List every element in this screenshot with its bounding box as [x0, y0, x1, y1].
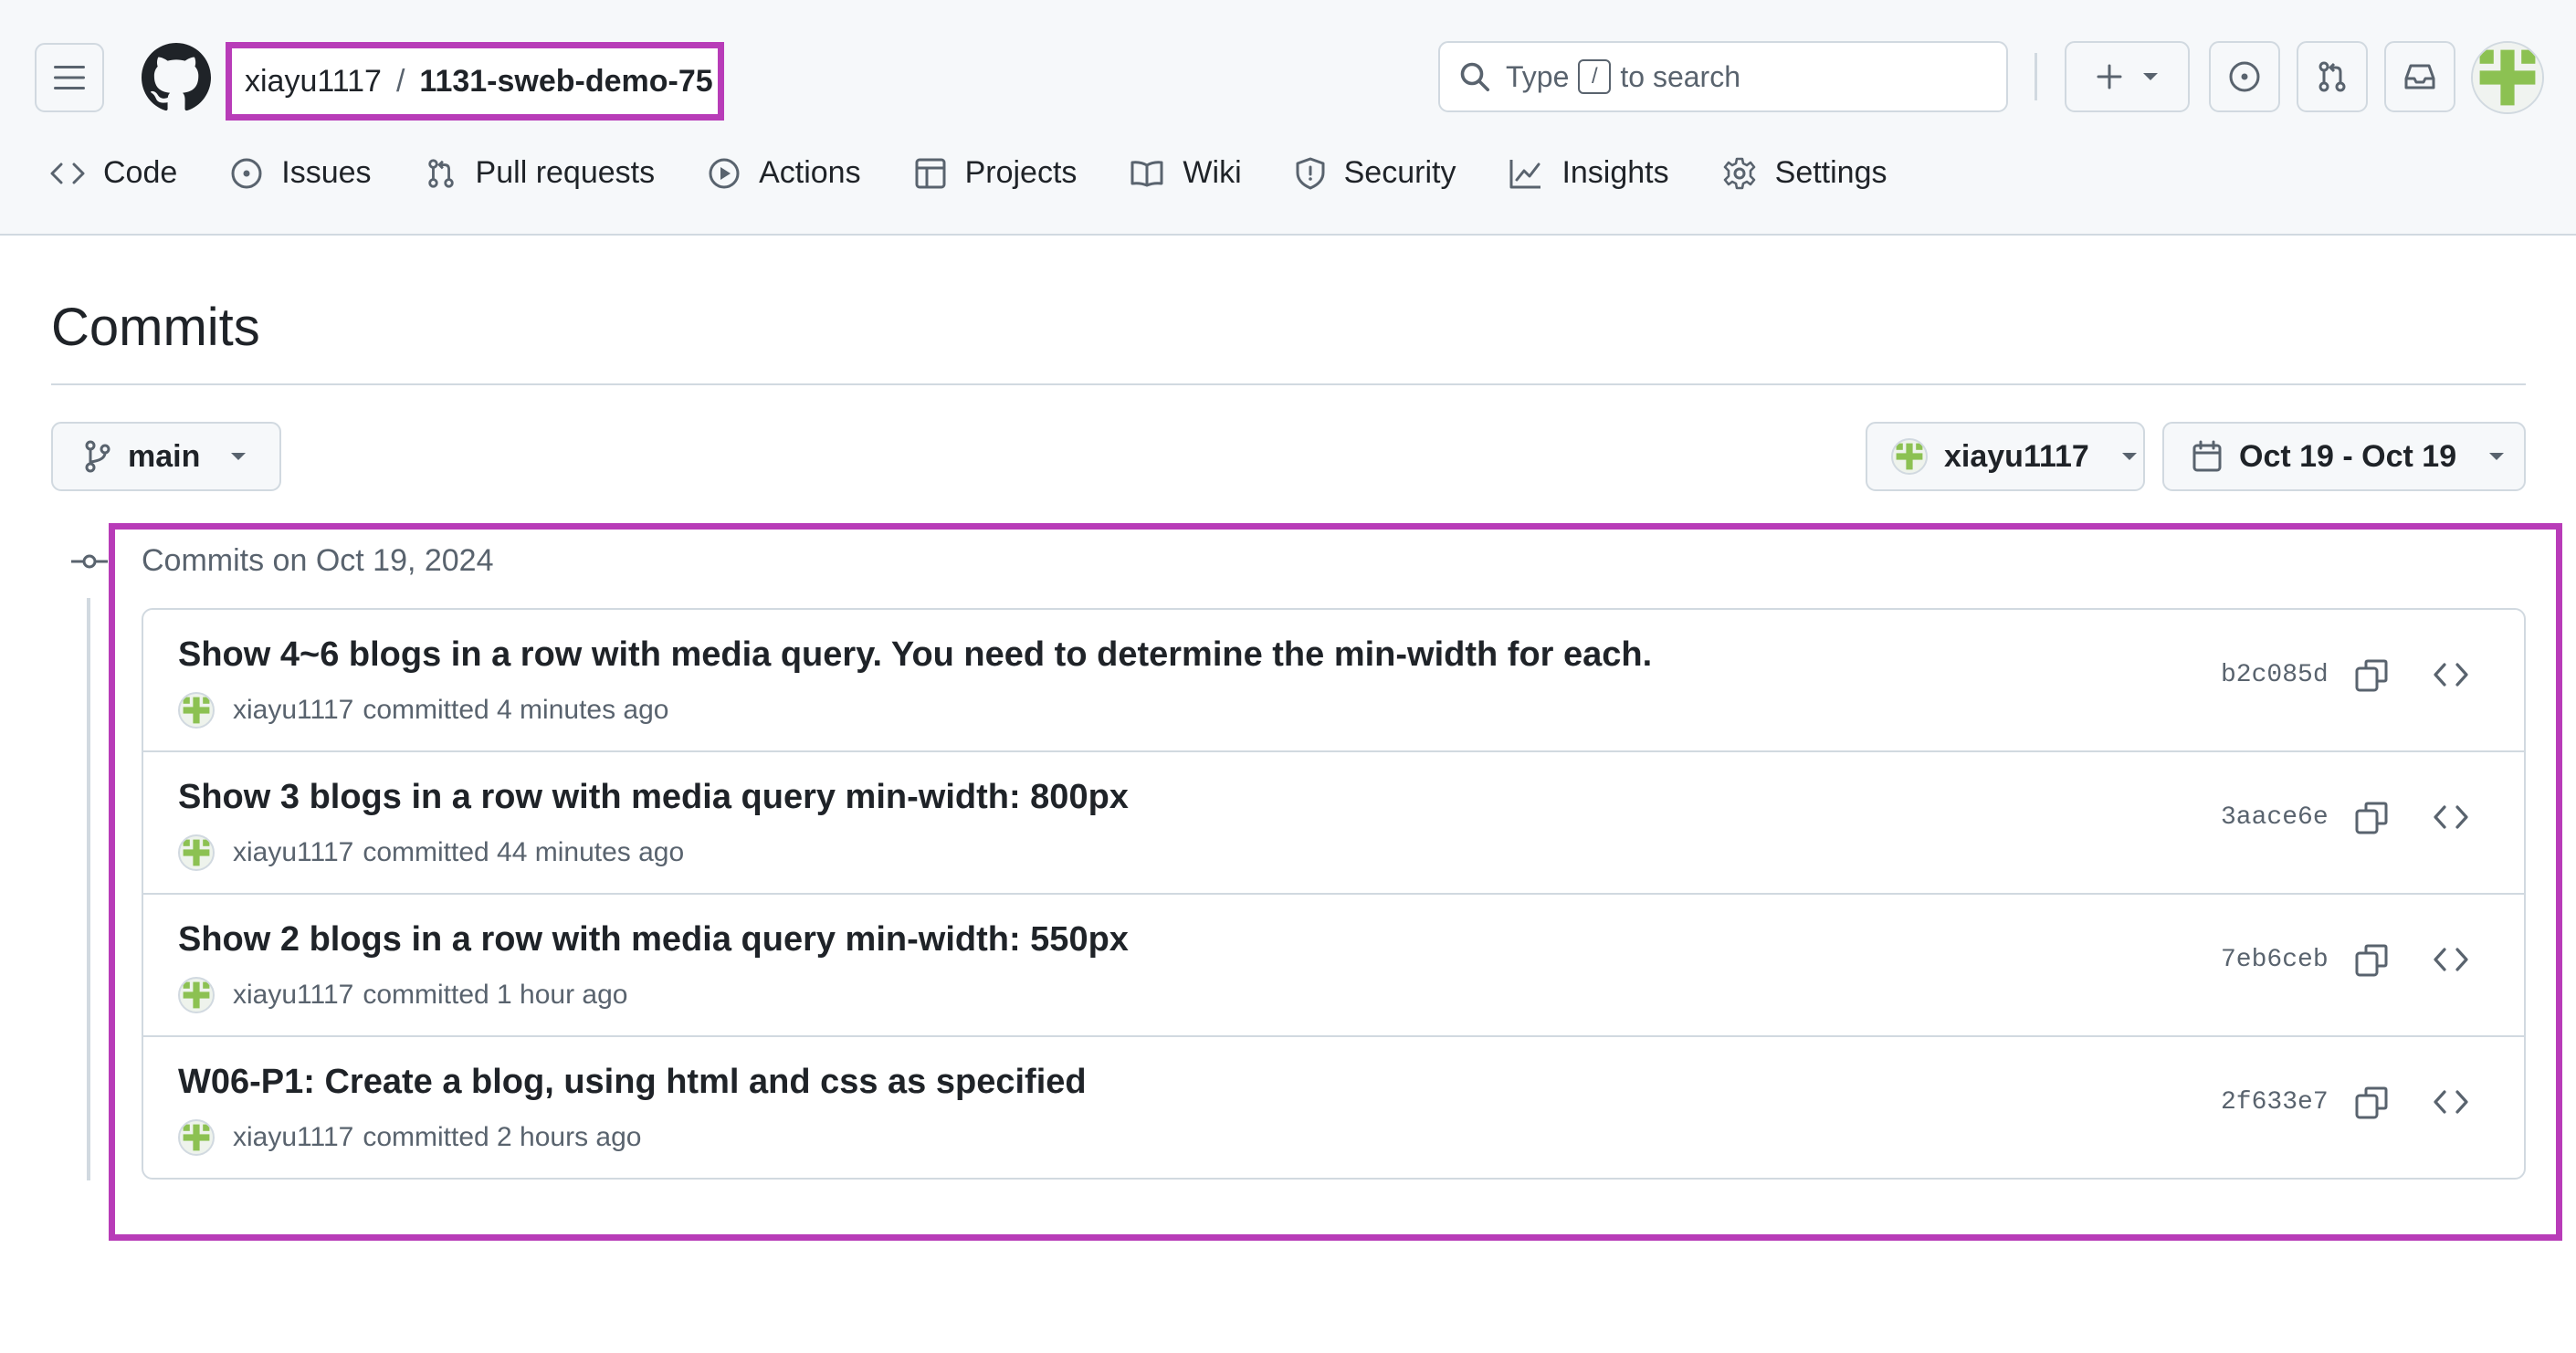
tab-security-label: Security [1343, 155, 1456, 190]
repo-breadcrumb: xiayu1117 / 1131-sweb-demo-75 [226, 42, 724, 121]
tab-actions[interactable]: Actions [708, 155, 861, 191]
tab-issues[interactable]: Issues [230, 155, 372, 191]
tab-insights[interactable]: Insights [1509, 155, 1669, 191]
header-divider [2035, 53, 2037, 100]
search-shortcut-key: / [1578, 59, 1612, 94]
code-icon [50, 163, 85, 184]
branch-name: main [128, 438, 201, 474]
author-filter-button[interactable]: xiayu1117 [1866, 422, 2145, 491]
issue-opened-icon [2229, 61, 2260, 92]
shield-icon [1296, 157, 1325, 189]
inbox-icon [2404, 64, 2435, 89]
tab-pull-requests[interactable]: Pull requests [425, 155, 656, 191]
repo-owner-link[interactable]: xiayu1117 [245, 64, 382, 100]
search-placeholder-suffix: to search [1620, 59, 1740, 93]
author-filter-label: xiayu1117 [1944, 438, 2089, 474]
commit-group-highlight [109, 523, 2562, 1241]
calendar-icon [2192, 440, 2222, 472]
play-icon [709, 158, 740, 188]
app-header: xiayu1117 / 1131-sweb-demo-75 Type / to … [0, 0, 2576, 236]
tab-code-label: Code [103, 155, 178, 190]
triangle-down-icon [2489, 453, 2505, 460]
tab-code[interactable]: Code [50, 155, 177, 191]
identicon-avatar-icon [2473, 43, 2542, 112]
tab-wiki-label: Wiki [1183, 155, 1242, 190]
identicon-avatar-icon [1896, 443, 1923, 470]
tab-projects[interactable]: Projects [914, 155, 1078, 191]
search-input[interactable]: Type / to search [1438, 41, 2008, 112]
issue-opened-icon [231, 158, 262, 188]
tab-insights-label: Insights [1561, 155, 1669, 190]
search-icon [1460, 62, 1490, 92]
timeline-line [87, 598, 90, 1180]
tab-security[interactable]: Security [1295, 155, 1456, 191]
book-icon [1130, 160, 1163, 186]
graph-icon [1509, 159, 1541, 188]
plus-icon [2097, 64, 2121, 89]
repo-name-link[interactable]: 1131-sweb-demo-75 [419, 64, 712, 100]
page-title: Commits [51, 298, 260, 357]
tab-settings-label: Settings [1774, 155, 1887, 190]
git-pull-request-icon [2318, 61, 2346, 92]
breadcrumb-separator: / [395, 63, 405, 99]
triangle-down-icon [2121, 453, 2137, 460]
tab-projects-label: Projects [964, 155, 1078, 190]
branch-selector-button[interactable]: main [51, 422, 281, 491]
tab-settings[interactable]: Settings [1722, 155, 1887, 191]
github-logo-icon[interactable] [142, 43, 211, 112]
git-pull-request-icon [427, 158, 454, 188]
gear-icon [1723, 157, 1755, 189]
author-avatar [1891, 438, 1928, 475]
create-new-button[interactable] [2065, 41, 2190, 112]
date-filter-label: Oct 19 - Oct 19 [2239, 438, 2457, 474]
repo-nav-tabs: Code Issues Pull requests Actions Projec… [50, 155, 1940, 191]
git-commit-icon [71, 554, 108, 569]
tab-pull-requests-label: Pull requests [475, 155, 656, 190]
your-issues-button[interactable] [2209, 41, 2280, 112]
tab-issues-label: Issues [281, 155, 372, 190]
inbox-button[interactable] [2384, 41, 2455, 112]
tab-wiki[interactable]: Wiki [1130, 155, 1242, 191]
git-branch-icon [85, 440, 110, 473]
your-pull-requests-button[interactable] [2297, 41, 2368, 112]
tab-actions-label: Actions [759, 155, 861, 190]
menu-button[interactable] [35, 43, 104, 112]
triangle-down-icon [231, 453, 247, 460]
hamburger-icon [54, 66, 85, 89]
triangle-down-icon [2142, 73, 2158, 80]
user-avatar[interactable] [2471, 41, 2544, 114]
date-filter-button[interactable]: Oct 19 - Oct 19 [2162, 422, 2526, 491]
table-icon [915, 158, 946, 188]
title-divider [51, 383, 2526, 385]
search-placeholder-prefix: Type [1506, 59, 1570, 93]
